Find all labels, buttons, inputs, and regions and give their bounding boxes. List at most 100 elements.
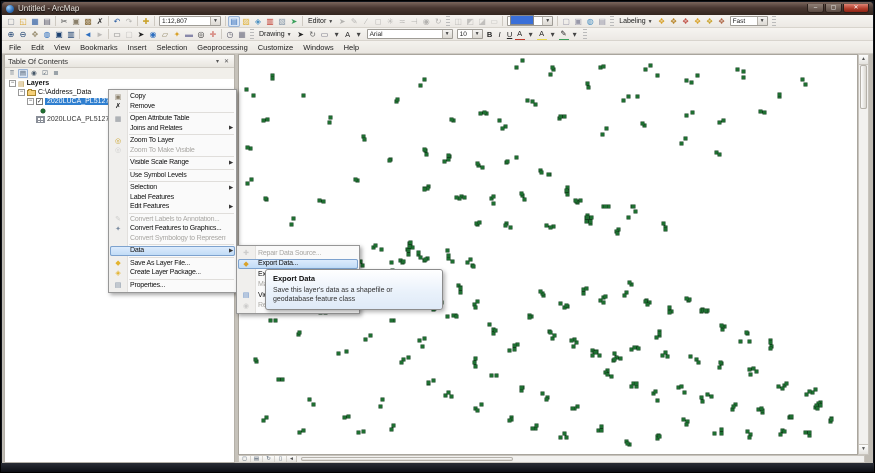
underline-button[interactable]: U [505,29,515,40]
context-menu-item-open-attribute-table[interactable]: ▦Open Attribute Table [109,114,236,124]
new-map-icon[interactable]: ▢ [5,16,17,27]
maximize-button[interactable]: ▢ [825,4,842,13]
catalog-window-icon[interactable]: ▨ [240,16,252,27]
scroll-up-icon[interactable]: ▲ [859,55,868,65]
layer1-checkbox[interactable]: ✓ [36,98,43,105]
toc-options-icon[interactable]: ≣ [51,69,61,78]
close-button[interactable]: ✕ [843,4,869,13]
context-menu-item-joins-and-relates[interactable]: Joins and Relates▶ [109,124,236,134]
toolbar-grip[interactable] [446,16,450,26]
zoom-out-icon[interactable]: ⊖ [17,29,29,40]
font-name-combo[interactable]: Arial▼ [367,29,453,39]
go-to-xy-icon[interactable]: ✛ [207,29,219,40]
map-vertical-scrollbar[interactable]: ▲ ▼ [858,54,869,455]
fixed-zoom-out-icon[interactable]: ▥ [65,29,77,40]
menu-windows[interactable]: Windows [298,42,338,53]
menu-customize[interactable]: Customize [253,42,298,53]
globe-share-icon[interactable]: ◍ [584,16,596,27]
copy-icon[interactable]: ▣ [70,16,82,27]
context-menu-item-create-layer-package[interactable]: ◈Create Layer Package... [109,268,236,278]
font-name-combo-dropdown-icon[interactable]: ▼ [442,30,452,38]
scroll-down-icon[interactable]: ▼ [859,444,868,454]
menu-file[interactable]: File [4,42,26,53]
viewer-window-icon[interactable]: ▦ [236,29,248,40]
open-icon[interactable]: ◱ [17,16,29,27]
menu-help[interactable]: Help [339,42,364,53]
hyperlink-icon[interactable]: ✦ [171,29,183,40]
editor-toolbar-label[interactable]: Editor ▼ [305,18,336,25]
font-size-combo[interactable]: 10▼ [457,29,483,39]
identify-icon[interactable]: ◉ [147,29,159,40]
find-icon[interactable]: ◎ [195,29,207,40]
title-bar[interactable]: Untitled - ArcMap – ▢ ✕ [2,2,873,15]
pan-icon[interactable]: ✥ [29,29,41,40]
lock-labels-icon[interactable]: ❖ [692,16,704,27]
bold-button[interactable]: B [485,29,495,40]
page2-icon[interactable]: ▣ [572,16,584,27]
tree-row-layers[interactable]: − ▤ Layers [5,79,234,88]
label-engine-combo-dropdown-icon[interactable]: ▼ [757,17,767,25]
toolbar-grip[interactable] [772,16,776,26]
halo-color-button[interactable]: A [537,28,547,41]
context-menu-item-remove[interactable]: ✗Remove [109,102,236,112]
page-icon[interactable]: ▢ [560,16,572,27]
select-elements-icon[interactable]: ➤ [135,29,147,40]
toolbar-grip[interactable] [250,29,254,39]
context-menu-item-zoom-to-layer[interactable]: ◎Zoom To Layer [109,136,236,146]
data-frame-label[interactable]: Layers [27,80,50,87]
full-extent-icon[interactable]: ◍ [41,29,53,40]
minimize-button[interactable]: – [807,4,824,13]
list-by-drawing-order-icon[interactable]: ⠿ [7,69,17,78]
font-color-button[interactable]: A [515,28,525,41]
add-data-icon[interactable]: ✚ [140,16,152,27]
toc-toggle-icon[interactable]: ▤ [228,16,240,27]
context-menu-item-edit-features[interactable]: Edit Features▶ [109,202,236,212]
horizontal-scroll-thumb[interactable] [301,457,513,461]
cut-icon[interactable]: ✂ [58,16,70,27]
context-menu-item-use-symbol-levels[interactable]: Use Symbol Levels [109,171,236,181]
data-view-button[interactable]: ◻ [239,456,251,462]
delete-icon[interactable]: ✗ [94,16,106,27]
zoom-in-icon[interactable]: ⊕ [5,29,17,40]
map-scale-combo[interactable]: 1:12,807▼ [159,16,221,26]
search-window-icon[interactable]: ◈ [252,16,264,27]
menu-edit[interactable]: Edit [26,42,49,53]
point-symbol[interactable] [41,109,45,113]
back-extent-icon[interactable]: ◄ [82,29,94,40]
context-menu-item-convert-features-to-graphics[interactable]: ✦Convert Features to Graphics... [109,224,236,234]
drawing-toolbar-label[interactable]: Drawing ▼ [256,31,295,38]
context-menu-item-copy[interactable]: ▣Copy [109,92,236,102]
layout-view-button[interactable]: ▤ [251,456,263,462]
pause-labeling-icon[interactable]: ❖ [704,16,716,27]
report-icon[interactable]: ▤ [596,16,608,27]
python-window-icon[interactable]: ▧ [276,16,288,27]
toolbar-grip[interactable] [610,16,614,26]
menu-selection[interactable]: Selection [151,42,192,53]
pause-drawing-button[interactable]: ▯ [275,456,287,462]
menu-bookmarks[interactable]: Bookmarks [75,42,123,53]
measure-icon[interactable]: ▱ [159,29,171,40]
topology-layer-combo-dropdown-icon[interactable]: ▼ [542,17,552,25]
menu-geoprocessing[interactable]: Geoprocessing [192,42,252,53]
folder-label[interactable]: C:\Address_Data [38,89,91,96]
refresh-view-button[interactable]: ↻ [263,456,275,462]
save-icon[interactable]: ▦ [29,16,41,27]
label-engine-combo[interactable]: Fast▼ [730,16,768,26]
toolbar-grip[interactable] [583,29,587,39]
data-submenu-item-export-data[interactable]: ◆Export Data... [237,259,359,270]
undo-icon[interactable]: ↶ [111,16,123,27]
line-color-button[interactable]: ✎ [559,28,569,41]
context-menu-item-data[interactable]: Data▶ [109,246,236,256]
time-slider-icon[interactable]: ◷ [224,29,236,40]
topology-layer-combo[interactable]: ▼ [507,16,553,26]
print-icon[interactable]: ▤ [41,16,53,27]
drawing-select-icon[interactable]: ➤ [295,29,307,40]
collapse-icon[interactable]: − [9,80,16,87]
collapse-icon[interactable]: − [18,89,25,96]
context-menu-item-label-features[interactable]: Label Features [109,193,236,203]
label-weight-icon[interactable]: ❖ [680,16,692,27]
context-menu-item-visible-scale-range[interactable]: Visible Scale Range▶ [109,158,236,168]
label-priority-icon[interactable]: ❖ [668,16,680,27]
line-color-dropdown-icon[interactable]: ▾ [569,29,581,40]
label-manager-icon[interactable]: ❖ [656,16,668,27]
